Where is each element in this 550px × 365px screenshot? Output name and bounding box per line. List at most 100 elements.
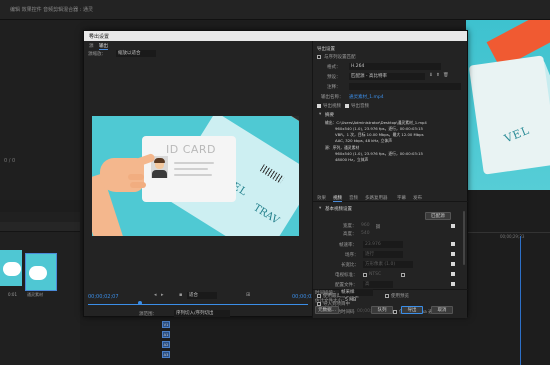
- summary-source-line: 48000 Hz，立体声: [335, 157, 369, 162]
- field-order-checkbox[interactable]: [451, 252, 455, 256]
- track-target-a3[interactable]: A3: [162, 351, 170, 358]
- format-dropdown[interactable]: H.264: [349, 63, 441, 70]
- tab-effects[interactable]: 效果: [317, 195, 326, 201]
- output-name-label: 输出名称：: [321, 95, 344, 100]
- time-interpolation-label: 时间插值：: [315, 291, 338, 296]
- clip-label: 通灵素材: [27, 292, 43, 297]
- cancel-button[interactable]: 取消: [431, 306, 453, 314]
- export-button[interactable]: 导出: [401, 306, 423, 314]
- current-timecode[interactable]: 00;00;02;07: [88, 294, 119, 300]
- fit-dropdown[interactable]: 适合: [187, 292, 217, 299]
- aspect-checkbox[interactable]: [451, 262, 455, 266]
- mark-out-icon[interactable]: ▸: [161, 292, 164, 298]
- export-video-checkbox[interactable]: [317, 104, 321, 108]
- match-sequence-checkbox[interactable]: [317, 55, 321, 59]
- preset-dropdown[interactable]: 匹配源 - 高比特率: [349, 73, 425, 80]
- aspect-dropdown[interactable]: 方形像素 (1.0): [363, 261, 413, 268]
- queue-button[interactable]: 队列: [371, 306, 393, 314]
- save-preset-icon[interactable]: ⬇: [429, 73, 433, 78]
- card-line: [174, 168, 208, 170]
- source-range-label: 源范围：: [139, 312, 157, 317]
- tab-source[interactable]: 源: [89, 43, 94, 49]
- field-order-dropdown[interactable]: 逐行: [363, 251, 403, 258]
- aspect-icon[interactable]: ⊞: [246, 292, 250, 298]
- tv-standard-ntsc-radio[interactable]: [363, 273, 367, 277]
- match-source-button[interactable]: 匹配源: [425, 212, 451, 220]
- basic-video-chevron-icon[interactable]: ▾: [319, 206, 321, 211]
- source-scaling-dropdown[interactable]: 缩放以适合: [116, 50, 156, 57]
- import-preset-icon[interactable]: ⬆: [436, 73, 440, 78]
- profile-checkbox[interactable]: [451, 282, 455, 286]
- aspect-label: 长宽比：: [341, 263, 359, 268]
- profile-label: 配置文件：: [335, 283, 358, 288]
- tv-standard-label: 电视标准：: [335, 273, 358, 278]
- card-line: [174, 174, 212, 176]
- summary-heading: 摘要: [325, 113, 334, 118]
- metadata-button[interactable]: 元数据...: [315, 306, 339, 314]
- track-target-a2[interactable]: A2: [162, 341, 170, 348]
- dialog-footer: 时间插值： 帧采样 估计文件大小： 5 MB 元数据... 队列 导出 取消: [311, 289, 466, 317]
- framerate-dropdown[interactable]: 23.976: [363, 241, 403, 248]
- track-target-a1[interactable]: A1: [162, 331, 170, 338]
- time-interpolation-dropdown[interactable]: 帧采样: [339, 289, 373, 296]
- export-audio-checkbox[interactable]: [345, 104, 349, 108]
- match-sequence-label: 与序列设置匹配: [324, 55, 356, 60]
- preset-label: 预设：: [327, 75, 341, 80]
- project-panel-header: [0, 222, 80, 232]
- timeline-tracks: V1 A1 A2 A3: [140, 317, 470, 365]
- tab-video[interactable]: 视频: [333, 195, 342, 202]
- mark-in-icon[interactable]: ◂: [154, 292, 157, 298]
- width-value[interactable]: 960: [361, 223, 370, 228]
- tab-captions[interactable]: 字幕: [397, 195, 406, 201]
- timeline-playhead[interactable]: [520, 236, 521, 365]
- tv-standard-checkbox[interactable]: [451, 272, 455, 276]
- export-settings-dialog: 导出设置 ✕ 源 输出 源缩放： 缩放以适合 VEL TRAV ID CARD: [83, 30, 468, 318]
- width-checkbox[interactable]: [451, 224, 455, 228]
- portrait-hair: [154, 158, 165, 163]
- settings-scrollbar[interactable]: [463, 211, 465, 265]
- background-timeline-ruler: 00;00;29;23: [466, 232, 550, 242]
- export-audio-label: 导出音频: [351, 104, 369, 109]
- tab-audio[interactable]: 音频: [349, 195, 358, 201]
- card-line: [174, 162, 214, 164]
- comments-input[interactable]: [349, 83, 461, 90]
- tab-multiplexer[interactable]: 多路复用器: [365, 195, 388, 201]
- preview-timeline[interactable]: [88, 304, 308, 305]
- source-scaling-label: 源缩放：: [88, 52, 106, 57]
- project-clip-thumbnail-selected[interactable]: [25, 253, 57, 291]
- source-range-dropdown[interactable]: 序列切入/序列切出: [174, 310, 230, 317]
- link-icon[interactable]: ⛓: [375, 225, 381, 230]
- comments-label: 注释：: [327, 85, 341, 90]
- delete-preset-icon[interactable]: 🗑: [443, 73, 449, 78]
- tv-standard-pal-radio[interactable]: [401, 273, 405, 277]
- finger-graphic: [128, 174, 144, 180]
- preview-playhead[interactable]: [138, 301, 142, 305]
- app-workspace: 编辑 效果控件 音频剪辑混合器 : 通灵 0 / 0 VEL 00;00;29;…: [0, 0, 550, 365]
- tab-output[interactable]: 输出: [99, 43, 108, 50]
- background-top-text: 编辑 效果控件 音频剪辑混合器 : 通灵: [10, 7, 94, 13]
- track-target-v1[interactable]: V1: [162, 321, 170, 328]
- output-preview: VEL TRAV ID CARD: [92, 116, 299, 236]
- step-icon[interactable]: ▪: [179, 292, 182, 298]
- use-previews-label: 使用预览: [391, 294, 409, 299]
- clip-duration: 0:01: [8, 292, 17, 297]
- file-size-label: 估计文件大小：: [315, 299, 347, 304]
- profile-dropdown[interactable]: 高: [363, 281, 393, 288]
- dialog-title-bar: 导出设置 ✕: [84, 31, 467, 41]
- clip-thumb-graphic: [29, 266, 47, 280]
- stripe-graphic: [244, 116, 299, 135]
- framerate-label: 帧速率：: [339, 243, 357, 248]
- close-icon[interactable]: ✕: [89, 33, 463, 39]
- summary-chevron-icon[interactable]: ▾: [319, 112, 321, 117]
- id-card-text-graphic: ID CARD: [166, 143, 217, 156]
- tab-publish[interactable]: 发布: [413, 195, 422, 201]
- clip-thumb-graphic: [3, 262, 21, 276]
- output-name-link[interactable]: 通灵素材_1.mp4: [349, 94, 384, 100]
- use-previews-checkbox[interactable]: [385, 294, 389, 298]
- height-value[interactable]: 540: [361, 231, 370, 236]
- framerate-checkbox[interactable]: [451, 242, 455, 246]
- height-label: 高度：: [343, 232, 357, 237]
- project-clip-thumbnail[interactable]: [0, 250, 22, 286]
- format-label: 格式：: [327, 65, 341, 70]
- background-left-panel: [0, 20, 80, 200]
